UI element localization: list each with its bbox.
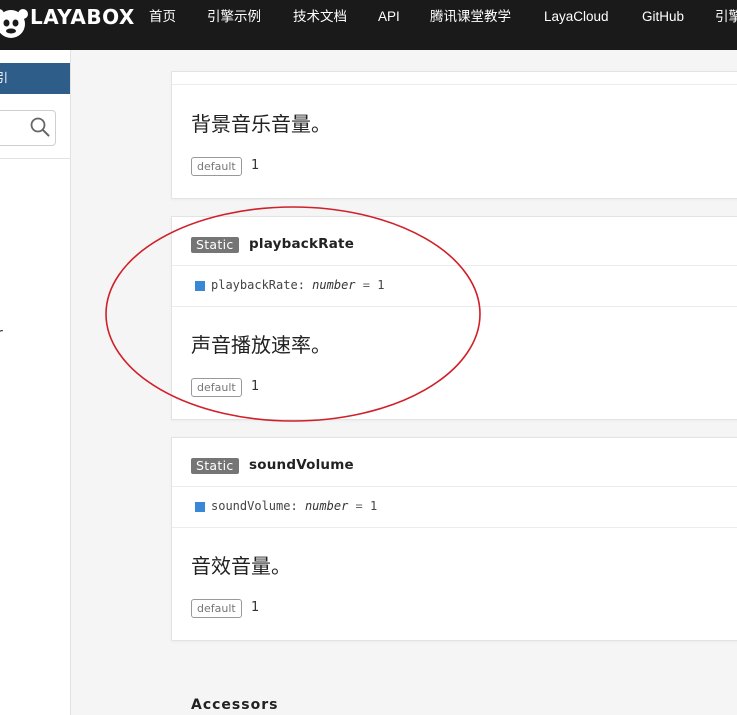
member-name[interactable]: playbackRate (249, 236, 354, 252)
default-value: 1 (251, 600, 260, 615)
sidebar-item-fragment[interactable]: r (0, 326, 3, 342)
member-card-music-volume: 背景音乐音量。 default 1 (171, 71, 737, 199)
member-description: 声音播放速率。 (191, 333, 331, 357)
sig-equals: = (355, 499, 363, 513)
static-badge: Static (191, 458, 239, 474)
laya-monkey-icon (0, 9, 28, 38)
member-signature: soundVolume: number = 1 (172, 487, 737, 528)
member-title-row: Static soundVolume (172, 438, 737, 487)
member-card-playback-rate: Static playbackRate playbackRate: number… (171, 216, 737, 420)
member-card-sound-volume: Static soundVolume soundVolume: number =… (171, 437, 737, 641)
property-icon (195, 281, 205, 291)
member-title-row: Static playbackRate (172, 217, 737, 266)
sig-type[interactable]: number (312, 278, 355, 292)
search-input[interactable] (0, 110, 56, 146)
section-title-accessors: Accessors (191, 697, 279, 713)
default-tag: default (191, 599, 242, 618)
top-navbar: LAYABOX 首页 引擎示例 技术文档 API 腾讯课堂教学 LayaClou… (0, 0, 737, 50)
nav-engine-more[interactable]: 引擎 (715, 0, 737, 34)
sig-type[interactable]: number (305, 499, 348, 513)
nav-api[interactable]: API (378, 0, 400, 34)
sig-value: 1 (377, 278, 385, 292)
default-tag: default (191, 157, 242, 176)
nav-github[interactable]: GitHub (642, 0, 684, 34)
sig-name: soundVolume (211, 499, 291, 513)
nav-engine-examples[interactable]: 引擎示例 (207, 0, 261, 34)
property-icon (195, 502, 205, 512)
sig-name: playbackRate (211, 278, 298, 292)
logo-text[interactable]: LAYABOX (30, 4, 135, 30)
member-description: 背景音乐音量。 (191, 112, 331, 136)
nav-layacloud[interactable]: LayaCloud (544, 0, 609, 34)
card-divider (172, 84, 737, 85)
member-name[interactable]: soundVolume (249, 457, 354, 473)
sig-colon: : (290, 499, 298, 513)
member-signature: playbackRate: number = 1 (172, 266, 737, 307)
nav-tech-docs[interactable]: 技术文档 (293, 0, 347, 34)
nav-home[interactable]: 首页 (149, 0, 176, 34)
sidebar-header[interactable]: 引 (0, 63, 70, 94)
default-value: 1 (251, 158, 260, 173)
signature-text: playbackRate: number = 1 (211, 278, 384, 292)
static-badge: Static (191, 237, 239, 253)
default-tag: default (191, 378, 242, 397)
sidebar-header-text: 引 (0, 71, 9, 85)
sig-value: 1 (370, 499, 378, 513)
member-description: 音效音量。 (191, 554, 291, 578)
sig-colon: : (297, 278, 305, 292)
sig-equals: = (362, 278, 370, 292)
default-value: 1 (251, 379, 260, 394)
search-icon[interactable] (30, 117, 50, 137)
signature-text: soundVolume: number = 1 (211, 499, 377, 513)
sidebar: 引 r (0, 50, 71, 715)
nav-tencent-classroom[interactable]: 腾讯课堂教学 (430, 0, 511, 34)
sidebar-divider (0, 158, 70, 159)
